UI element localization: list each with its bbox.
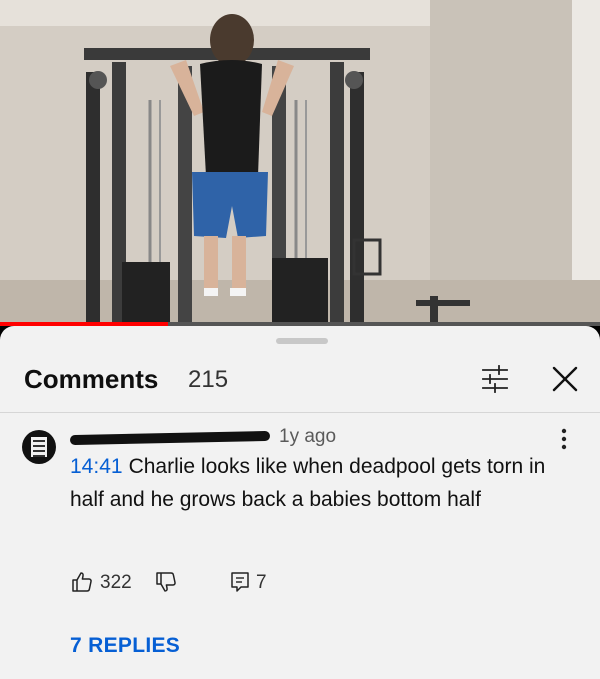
thumb-up-icon[interactable] bbox=[70, 570, 94, 594]
comments-header: Comments 215 bbox=[0, 354, 600, 412]
comment-actions: 322 7 bbox=[70, 568, 550, 598]
reply-count: 7 bbox=[256, 572, 267, 593]
thumb-down-icon[interactable] bbox=[154, 570, 178, 594]
video-frame bbox=[0, 0, 600, 326]
filter-icon[interactable] bbox=[478, 362, 512, 396]
comments-title: Comments bbox=[24, 364, 159, 394]
more-vertical-icon[interactable] bbox=[552, 424, 576, 454]
comment-item: 1y ago 14:41 Charlie looks like when dead… bbox=[0, 422, 600, 679]
header-divider bbox=[0, 412, 600, 413]
comment-author-redacted[interactable] bbox=[69, 426, 271, 448]
like-count: 322 bbox=[100, 572, 132, 593]
avatar[interactable] bbox=[22, 430, 56, 464]
video-player[interactable] bbox=[0, 0, 600, 326]
redaction-mark bbox=[69, 430, 271, 446]
avatar-image bbox=[31, 437, 47, 457]
comment-age: 1y ago bbox=[279, 426, 337, 447]
comment-body: 14:41 Charlie looks like when deadpool ge… bbox=[70, 450, 550, 516]
view-replies-button[interactable]: 7 REPLIES bbox=[70, 634, 180, 658]
comments-sheet: Comments 215 1y ago 14:41 Charlie looks … bbox=[0, 326, 600, 679]
close-icon[interactable] bbox=[548, 362, 582, 396]
drag-handle[interactable] bbox=[276, 338, 328, 344]
comments-count: 215 bbox=[188, 366, 229, 393]
comment-text: Charlie looks like when deadpool gets to… bbox=[70, 455, 546, 511]
timestamp-link[interactable]: 14:41 bbox=[70, 455, 123, 478]
reply-icon[interactable] bbox=[228, 570, 252, 594]
